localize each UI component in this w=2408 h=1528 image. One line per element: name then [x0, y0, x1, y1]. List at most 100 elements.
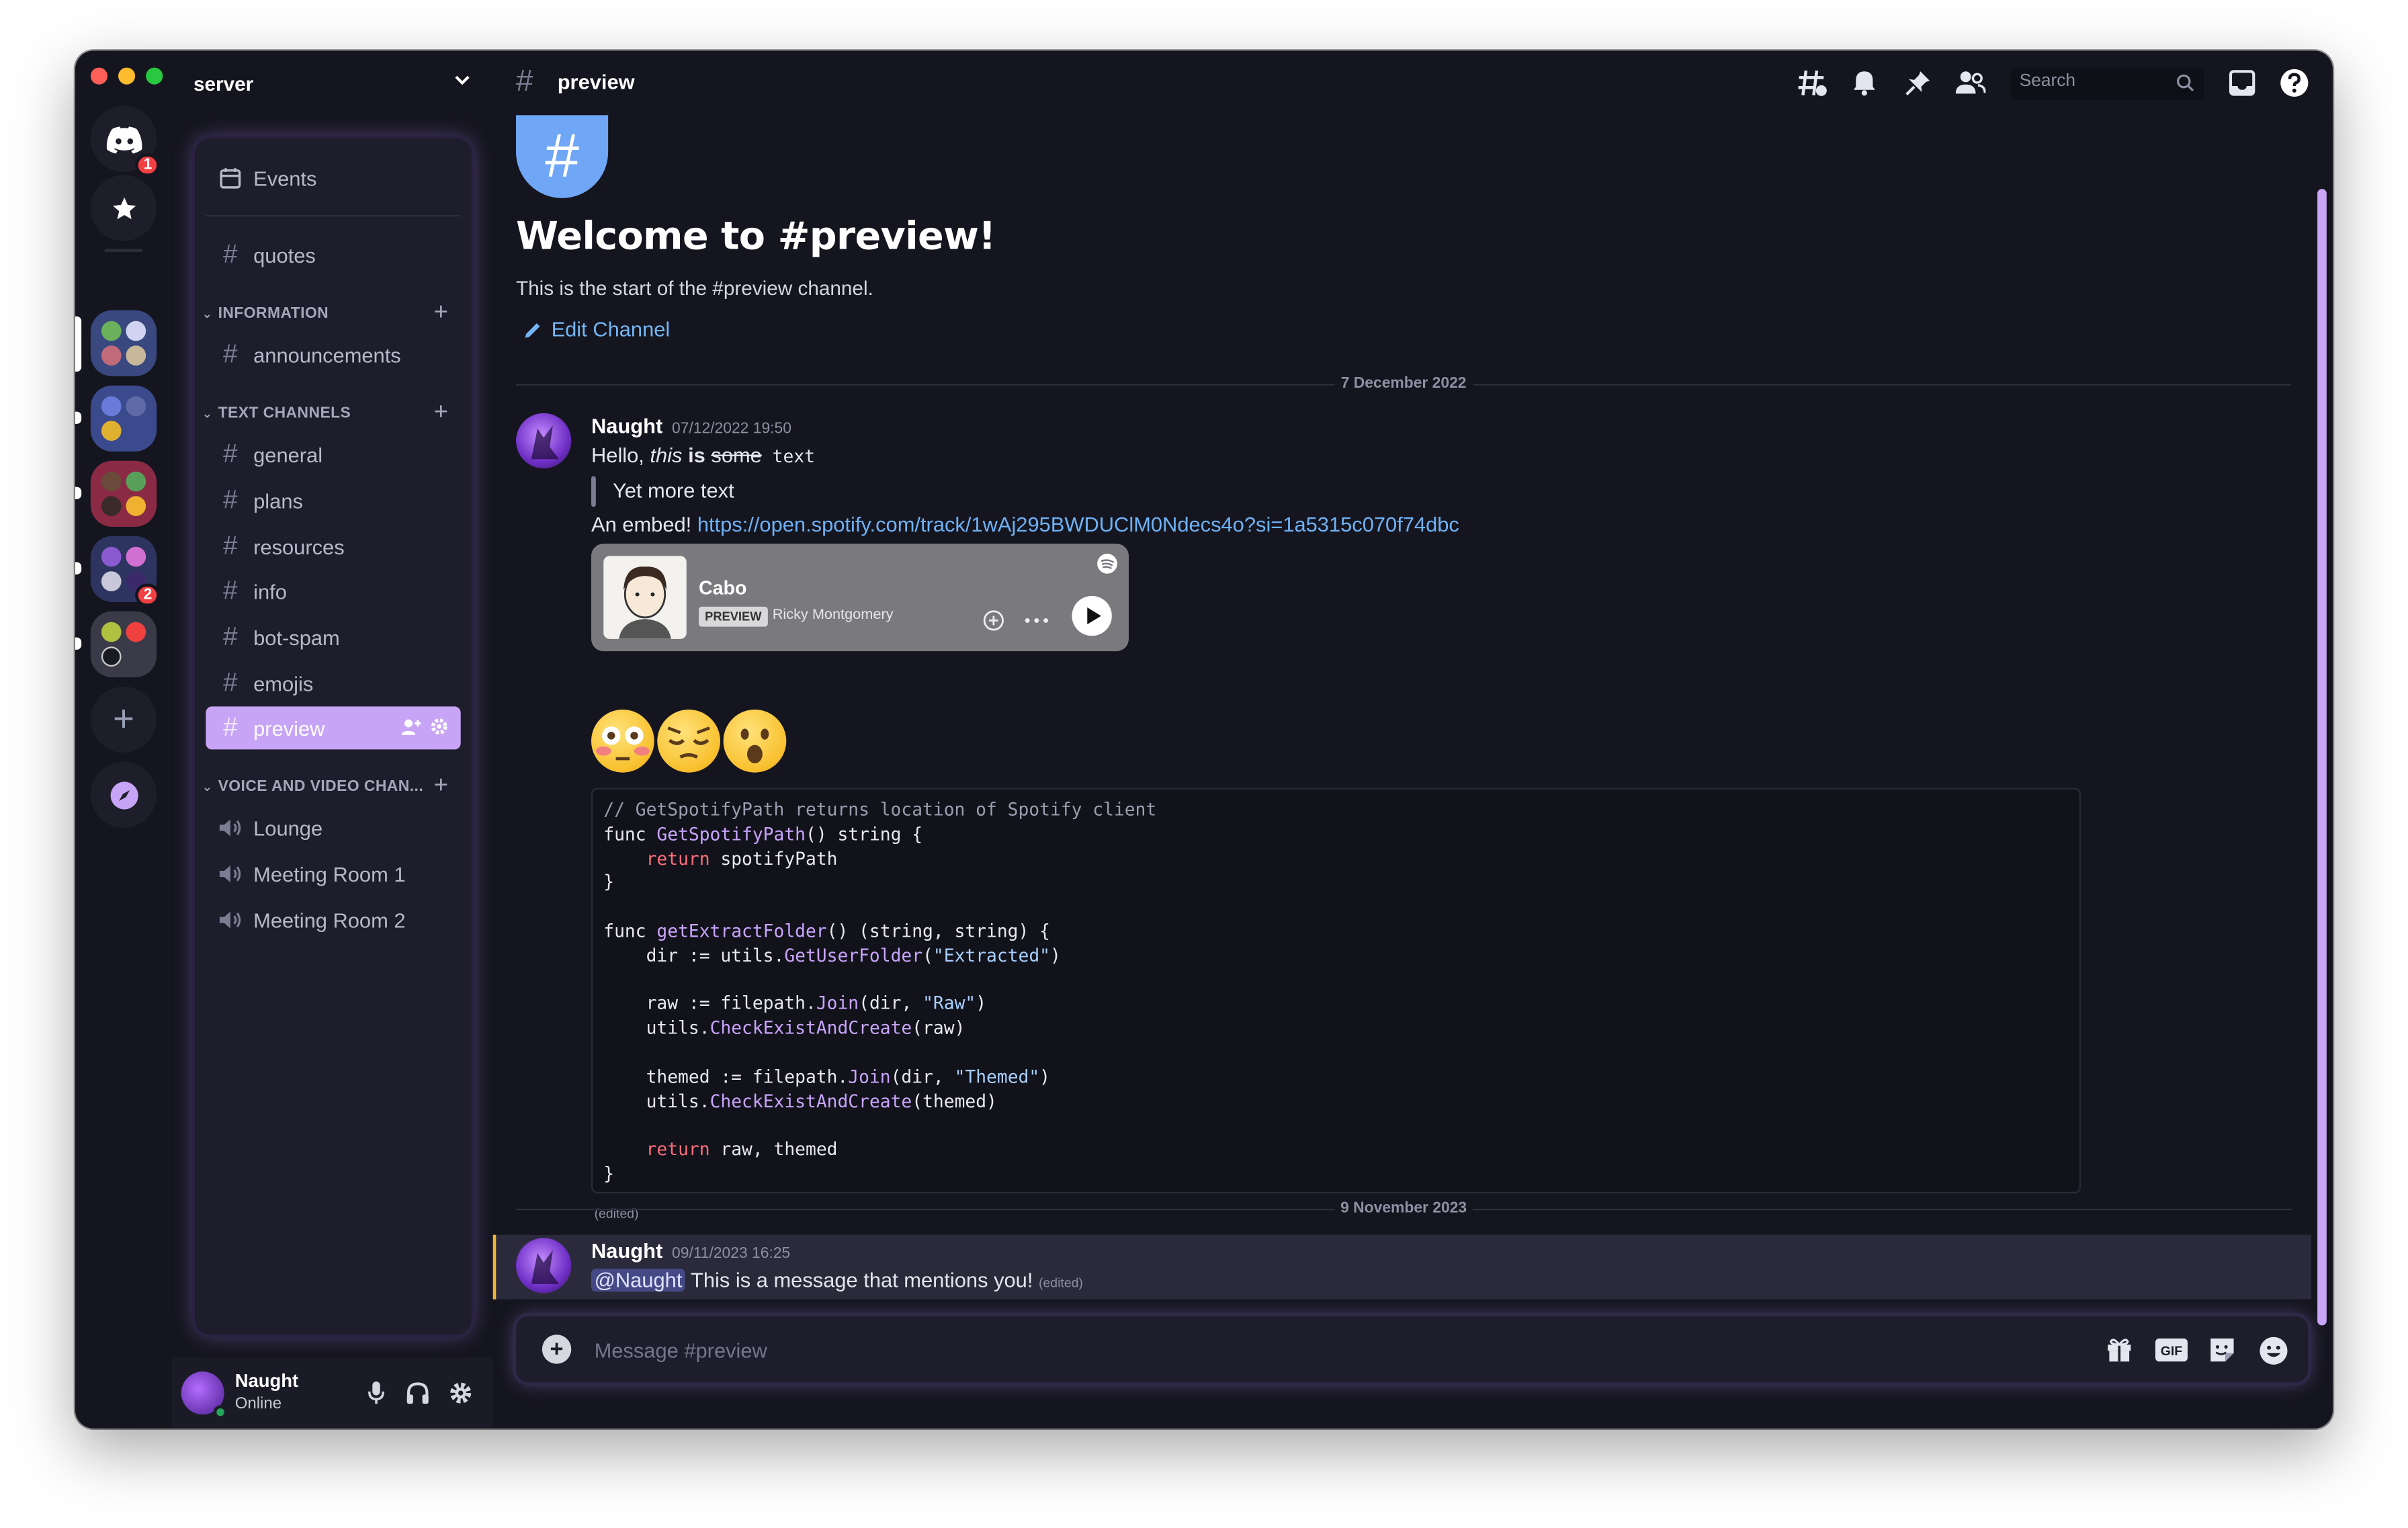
upload-plus-button[interactable]: + [542, 1334, 572, 1364]
gear-icon [450, 1382, 472, 1404]
more-options-icon[interactable] [1025, 618, 1049, 624]
avatar[interactable] [515, 413, 572, 469]
message-input[interactable] [594, 1332, 1977, 1367]
channel-emojis[interactable]: # emojis [206, 662, 460, 705]
channel-preview[interactable]: # preview [206, 706, 461, 750]
category-information[interactable]: ⌄ INFORMATION + [200, 298, 461, 329]
close-window-button[interactable] [90, 67, 108, 85]
channel-quotes[interactable]: # quotes [206, 233, 460, 276]
pensive-emoji-icon[interactable] [657, 709, 720, 773]
server-folder-3[interactable] [90, 460, 157, 527]
spotify-link[interactable]: https://open.spotify.com/track/1wAj295BW… [697, 513, 1459, 536]
server-folder-4[interactable]: 2 [90, 536, 160, 607]
song-title[interactable]: Cabo [699, 577, 746, 599]
hashtag-icon: # [515, 64, 533, 99]
text-strikethrough: some [711, 443, 762, 467]
voice-channel-lounge[interactable]: Lounge [206, 806, 460, 849]
create-channel-plus-icon[interactable]: + [434, 773, 449, 800]
add-circle-icon[interactable] [983, 609, 1004, 631]
threads-button[interactable] [1797, 68, 1828, 99]
spotify-embed[interactable]: Cabo PREVIEW Ricky Montgomery [591, 544, 1129, 652]
channel-name: plans [253, 489, 303, 513]
channel-bot-spam[interactable]: # bot-spam [206, 616, 460, 659]
invite-member-icon[interactable] [401, 717, 423, 735]
server-folder-1[interactable] [90, 310, 157, 376]
caret-down-icon: ⌄ [202, 306, 213, 321]
user-settings-button[interactable] [445, 1377, 476, 1408]
chat-area: # Welcome to #preview! This is the start… [492, 115, 2333, 1428]
open-mouth-emoji-icon[interactable] [723, 709, 787, 773]
category-text-channels[interactable]: ⌄ TEXT CHANNELS + [200, 398, 461, 429]
search-icon [2176, 74, 2194, 91]
unread-indicator [75, 486, 82, 499]
message-author[interactable]: Naught 09/11/2023 16:25 [591, 1240, 790, 1263]
notification-settings-button[interactable] [1849, 68, 1880, 99]
play-button-icon[interactable] [1072, 595, 1112, 636]
edit-channel-link[interactable]: Edit Channel [523, 318, 670, 341]
online-status-dot [213, 1405, 228, 1419]
create-channel-plus-icon[interactable]: + [434, 300, 449, 327]
category-voice[interactable]: ⌄ VOICE AND VIDEO CHAN... + [200, 771, 461, 802]
caret-down-icon: ⌄ [202, 779, 213, 794]
gear-icon[interactable] [430, 717, 448, 735]
deafen-button[interactable] [402, 1377, 433, 1408]
discord-icon [105, 126, 142, 153]
server-folder-5[interactable] [90, 611, 157, 677]
help-button[interactable] [2279, 68, 2310, 99]
emoji-picker-button[interactable] [2256, 1333, 2290, 1367]
favorites-button[interactable] [90, 175, 157, 241]
user-mention[interactable]: @Naught [591, 1268, 685, 1292]
search-input[interactable]: Search [2010, 67, 2204, 100]
channel-general[interactable]: # general [206, 433, 460, 476]
explore-servers-button[interactable] [90, 761, 157, 828]
member-list-button[interactable] [1955, 68, 1986, 99]
caret-down-icon: ⌄ [202, 406, 213, 421]
zoom-window-button[interactable] [146, 67, 163, 85]
add-server-button[interactable]: + [90, 686, 157, 753]
gift-button[interactable] [2102, 1333, 2136, 1367]
smiley-icon [2259, 1336, 2287, 1364]
mute-button[interactable] [361, 1377, 392, 1408]
home-button[interactable]: 1 [90, 105, 160, 177]
channel-plans[interactable]: # plans [206, 479, 460, 522]
text-italic: this [650, 443, 683, 467]
channel-name: preview [253, 716, 325, 740]
sticker-button[interactable] [2205, 1333, 2239, 1367]
server-header[interactable]: server [172, 50, 493, 115]
album-art[interactable] [603, 556, 687, 639]
gif-button[interactable]: GIF [2155, 1333, 2188, 1367]
message-author[interactable]: Naught 07/12/2022 19:50 [591, 415, 791, 437]
channel-resources[interactable]: # resources [206, 525, 460, 568]
help-icon [2280, 69, 2309, 97]
channel-name: info [253, 579, 287, 603]
voice-channel-meeting-room-1[interactable]: Meeting Room 1 [206, 853, 460, 896]
mention-message-text: This is a message that mentions you! [685, 1268, 1033, 1292]
channel-name: general [253, 443, 323, 466]
discord-window: 1 2 + server Events # quotes ⌄ INFORMATI… [75, 50, 2333, 1429]
channel-name: emojis [253, 671, 314, 695]
mention-message-row[interactable]: Naught 09/11/2023 16:25 @Naught This is a… [492, 1234, 2311, 1300]
avatar[interactable] [515, 1238, 572, 1293]
events-link[interactable]: Events [206, 157, 460, 200]
flushed-emoji-icon[interactable] [591, 709, 654, 773]
scrollbar-thumb[interactable] [2317, 189, 2327, 1326]
edit-channel-label: Edit Channel [551, 318, 671, 341]
create-channel-plus-icon[interactable]: + [434, 399, 449, 427]
inbox-button[interactable] [2227, 68, 2258, 99]
channel-announcements[interactable]: # announcements [206, 333, 460, 376]
channel-title: preview [557, 71, 635, 94]
artist-name[interactable]: Ricky Montgomery [773, 607, 894, 624]
inbox-icon [2229, 70, 2255, 96]
code-block[interactable]: // GetSpotifyPath returns location of Sp… [591, 788, 2081, 1193]
pinned-messages-button[interactable] [1903, 68, 1934, 99]
spotify-icon[interactable] [1096, 553, 1118, 575]
channel-info[interactable]: # info [206, 570, 460, 613]
voice-channel-meeting-room-2[interactable]: Meeting Room 2 [206, 898, 460, 941]
pensive-face-icon [667, 726, 710, 759]
server-folder-2[interactable] [90, 385, 157, 452]
minimize-window-button[interactable] [118, 67, 136, 85]
members-icon [1955, 71, 1986, 94]
avatar-image [531, 1250, 559, 1284]
svg-text:GIF: GIF [2161, 1344, 2182, 1359]
message-text: @Naught This is a message that mentions … [591, 1268, 1083, 1292]
